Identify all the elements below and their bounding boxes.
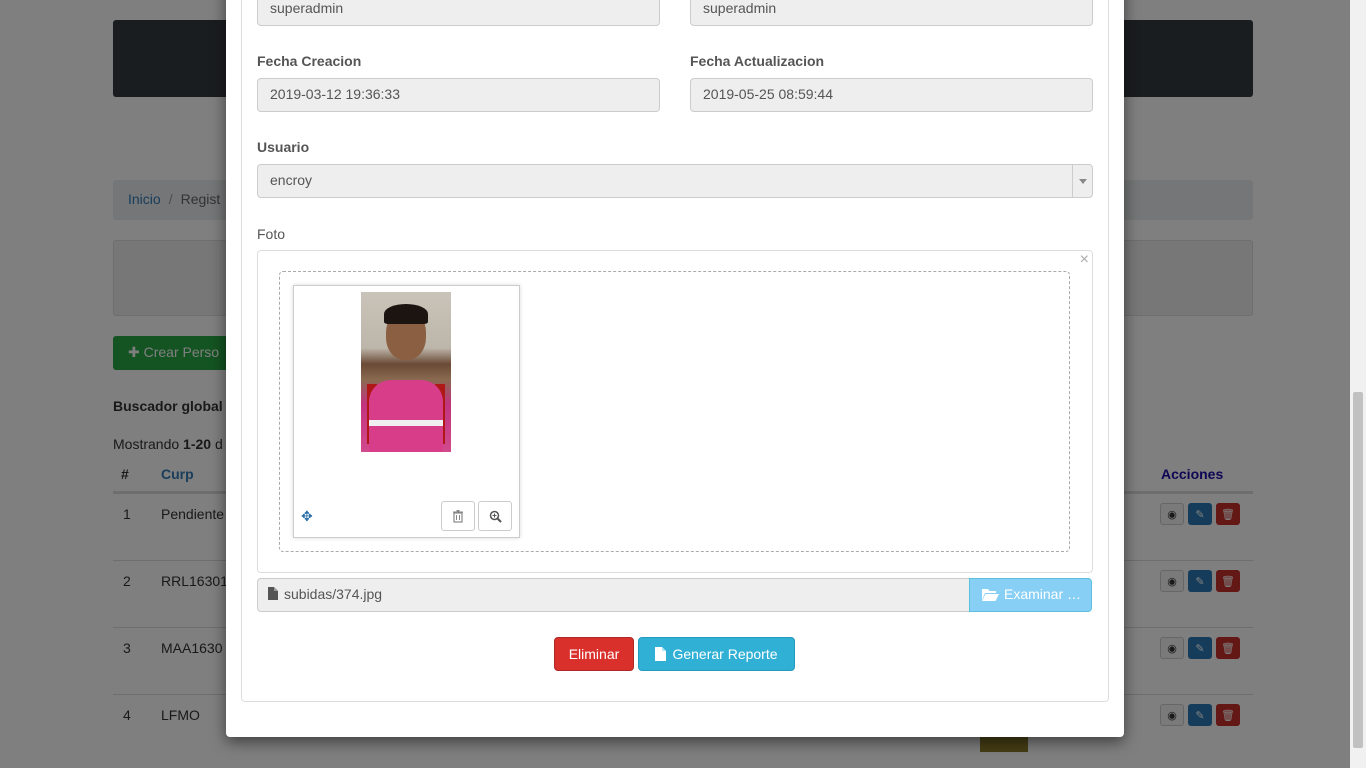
file-drop-zone[interactable]: ✥ xyxy=(279,271,1070,552)
chevron-down-icon[interactable] xyxy=(1072,165,1092,197)
file-input-preview: × ✥ xyxy=(257,250,1093,573)
fecha-creacion-field[interactable]: 2019-03-12 19:36:33 xyxy=(257,78,660,112)
fecha-actualizacion-field[interactable]: 2019-05-25 08:59:44 xyxy=(690,78,1093,112)
usuario-label: Usuario xyxy=(257,139,310,155)
foto-label: Foto xyxy=(257,226,286,242)
fecha-actualizacion-label: Fecha Actualizacion xyxy=(690,53,825,69)
file-icon xyxy=(268,587,278,600)
fecha-creacion-label: Fecha Creacion xyxy=(257,53,362,69)
browse-button[interactable]: Examinar … xyxy=(969,578,1092,612)
updated-by-field[interactable]: superadmin xyxy=(690,0,1093,26)
file-caption[interactable]: subidas/374.jpg xyxy=(257,578,970,612)
usuario-selected-value: encroy xyxy=(270,172,313,188)
folder-open-icon xyxy=(982,589,999,601)
browse-label: Examinar … xyxy=(1004,586,1082,602)
file-icon xyxy=(655,647,667,661)
zoom-file-button[interactable] xyxy=(478,501,512,531)
delete-button[interactable]: Eliminar xyxy=(554,637,634,671)
generate-report-button[interactable]: Generar Reporte xyxy=(638,637,795,671)
person-photo xyxy=(361,292,451,452)
remove-file-button[interactable] xyxy=(441,501,475,531)
page-scrollbar[interactable] xyxy=(1350,0,1366,768)
usuario-select[interactable]: encroy xyxy=(257,164,1093,198)
close-icon[interactable]: × xyxy=(1080,251,1089,269)
created-by-field[interactable]: superadmin xyxy=(257,0,660,26)
file-preview-thumbnail: ✥ xyxy=(293,285,520,538)
move-icon[interactable]: ✥ xyxy=(301,508,313,525)
scrollbar-thumb[interactable] xyxy=(1353,392,1363,748)
trash-icon xyxy=(453,509,463,523)
zoom-in-icon xyxy=(489,510,502,523)
generate-report-label: Generar Reporte xyxy=(672,646,778,662)
file-name: subidas/374.jpg xyxy=(284,586,383,602)
person-detail-modal: superadmin superadmin Fecha Creacion 201… xyxy=(226,0,1124,737)
